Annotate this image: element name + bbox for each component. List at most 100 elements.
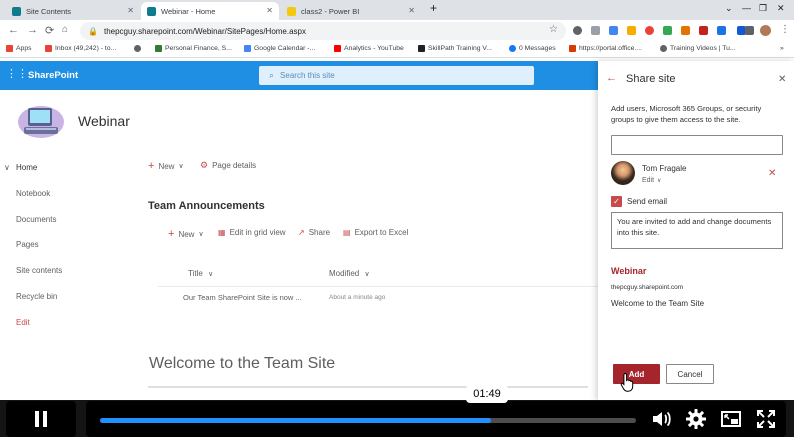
- apps-grid-icon: [6, 45, 13, 52]
- bookmark-inbox[interactable]: Inbox (49,242) - to...: [45, 45, 116, 52]
- app-name[interactable]: SharePoint: [28, 70, 78, 81]
- site-title[interactable]: Webinar: [78, 113, 130, 129]
- new-tab-button[interactable]: +: [430, 1, 437, 15]
- row-modified: About a minute ago: [329, 294, 386, 301]
- new-button[interactable]: + New ∨: [148, 160, 184, 172]
- message-textarea[interactable]: You are invited to add and change docume…: [611, 212, 783, 249]
- nav-item-recycle-bin[interactable]: Recycle bin: [16, 292, 57, 301]
- tab-site-contents[interactable]: Site Contents ✕: [6, 2, 140, 20]
- extension-icon[interactable]: [717, 26, 726, 35]
- site-logo[interactable]: [16, 100, 66, 140]
- bookmark-skillpath[interactable]: SkillPath Training V...: [418, 45, 492, 52]
- settings-gear-icon[interactable]: [685, 408, 707, 430]
- bookmark-training-videos[interactable]: Training Videos | Tu...: [660, 45, 736, 52]
- tab-webinar-home[interactable]: Webinar - Home ✕: [141, 2, 279, 20]
- cancel-button[interactable]: Cancel: [666, 364, 714, 384]
- welcome-heading: Welcome to the Team Site: [149, 355, 336, 372]
- nav-collapse-chevron-icon[interactable]: ∨: [4, 163, 10, 172]
- lock-icon: 🔒: [88, 26, 98, 36]
- volume-icon[interactable]: [650, 408, 672, 430]
- close-window-icon[interactable]: ✕: [777, 3, 785, 14]
- send-email-checkbox[interactable]: ✓: [611, 196, 622, 207]
- tab-power-bi[interactable]: class2 - Power BI ✕: [281, 2, 421, 20]
- back-arrow-icon[interactable]: ←: [606, 72, 617, 84]
- tab-search-icon[interactable]: ⌄: [725, 3, 733, 14]
- extension-icon[interactable]: [609, 26, 618, 35]
- close-icon[interactable]: ✕: [778, 74, 786, 85]
- sharepoint-icon: [12, 6, 21, 16]
- permission-dropdown[interactable]: Edit ∨: [642, 177, 661, 184]
- divider: [148, 386, 588, 388]
- panel-description: Add users, Microsoft 365 Groups, or secu…: [611, 104, 762, 124]
- bookmark-star-icon[interactable]: ☆: [549, 24, 558, 35]
- time-readout: 01:49: [466, 385, 508, 403]
- nav-item-pages[interactable]: Pages: [16, 240, 39, 249]
- app-launcher-icon[interactable]: ⋮⋮: [6, 69, 28, 80]
- restore-icon[interactable]: ❐: [759, 3, 767, 14]
- export-excel-button[interactable]: ▤ Export to Excel: [343, 228, 408, 237]
- nav-item-home[interactable]: Home: [16, 163, 37, 172]
- plus-icon: +: [148, 160, 155, 172]
- nav-item-documents[interactable]: Documents: [16, 215, 56, 224]
- chevron-down-icon: ∨: [198, 231, 204, 238]
- gmail-icon: [45, 45, 52, 52]
- extension-icon[interactable]: [645, 26, 654, 35]
- close-tab-icon[interactable]: ✕: [127, 6, 134, 15]
- minimize-icon[interactable]: —: [742, 3, 751, 13]
- forward-icon[interactable]: →: [27, 24, 38, 36]
- picture-in-picture-icon[interactable]: [720, 408, 742, 430]
- people-picker-input[interactable]: [611, 135, 783, 155]
- row-title[interactable]: Our Team SharePoint Site is now ...: [183, 293, 302, 302]
- bookmark-office-portal[interactable]: https://portal.office....: [569, 45, 642, 52]
- pause-button[interactable]: [6, 401, 76, 437]
- home-icon[interactable]: ⌂: [62, 24, 68, 35]
- profile-avatar[interactable]: [760, 25, 771, 36]
- share-button[interactable]: ↗ Share: [298, 228, 330, 237]
- extension-icon[interactable]: [699, 26, 708, 35]
- chevron-down-icon: ∨: [178, 163, 184, 170]
- gear-icon: ⚙: [200, 160, 209, 170]
- browser-tab-strip: Site Contents ✕ Webinar - Home ✕ class2 …: [0, 0, 794, 20]
- nav-item-site-contents[interactable]: Site contents: [16, 266, 62, 275]
- reload-icon[interactable]: ⟳: [45, 24, 54, 37]
- column-header-modified[interactable]: Modified ∨: [329, 269, 370, 278]
- bookmark-personal-finance[interactable]: Personal Finance, S...: [155, 45, 232, 52]
- bookmark-google-calendar[interactable]: Google Calendar -...: [244, 45, 315, 52]
- browser-menu-icon[interactable]: ⋮: [780, 24, 790, 35]
- nav-edit-link[interactable]: Edit: [16, 318, 30, 327]
- extension-icon[interactable]: [591, 26, 600, 35]
- list-new-button[interactable]: + New ∨: [168, 228, 204, 240]
- bookmark-youtube-analytics[interactable]: Analytics - YouTube: [334, 45, 404, 52]
- sharepoint-icon: [147, 6, 156, 16]
- search-placeholder: Search this site: [280, 71, 335, 80]
- remove-user-icon[interactable]: ✕: [768, 168, 776, 179]
- extension-icon[interactable]: [573, 26, 582, 35]
- bookmarks-overflow-icon[interactable]: »: [780, 45, 784, 52]
- bookmark-globe[interactable]: [134, 45, 144, 52]
- fullscreen-icon[interactable]: [755, 408, 777, 430]
- site-search-box[interactable]: ⌕ Search this site: [259, 66, 534, 85]
- bookmark-messages[interactable]: 0 Messages: [509, 45, 556, 52]
- divider: [158, 286, 598, 287]
- panel-title: Share site: [626, 73, 676, 85]
- close-tab-icon[interactable]: ✕: [266, 6, 273, 15]
- page-details-button[interactable]: ⚙ Page details: [200, 160, 256, 171]
- bookmark-apps[interactable]: Apps: [6, 45, 32, 52]
- extensions-puzzle-icon[interactable]: [745, 26, 754, 35]
- browser-toolbar: ← → ⟳ ⌂ 🔒 thepcguy.sharepoint.com/Webina…: [0, 20, 794, 42]
- grid-icon: ▦: [218, 228, 226, 237]
- power-bi-icon: [287, 6, 296, 16]
- edit-grid-view-button[interactable]: ▦ Edit in grid view: [218, 228, 286, 237]
- extension-icon[interactable]: [627, 26, 636, 35]
- column-header-title[interactable]: Title ∨: [188, 269, 213, 278]
- extension-icon[interactable]: [681, 26, 690, 35]
- extension-icon[interactable]: [663, 26, 672, 35]
- table-row[interactable]: Our Team SharePoint Site is now ...: [183, 293, 302, 302]
- back-icon[interactable]: ←: [8, 24, 19, 36]
- address-bar[interactable]: 🔒 thepcguy.sharepoint.com/Webinar/SitePa…: [80, 22, 566, 40]
- youtube-icon: [334, 45, 341, 52]
- nav-item-notebook[interactable]: Notebook: [16, 189, 50, 198]
- share-icon: ↗: [298, 228, 305, 237]
- close-tab-icon[interactable]: ✕: [408, 6, 415, 15]
- excel-icon: ▤: [343, 228, 351, 237]
